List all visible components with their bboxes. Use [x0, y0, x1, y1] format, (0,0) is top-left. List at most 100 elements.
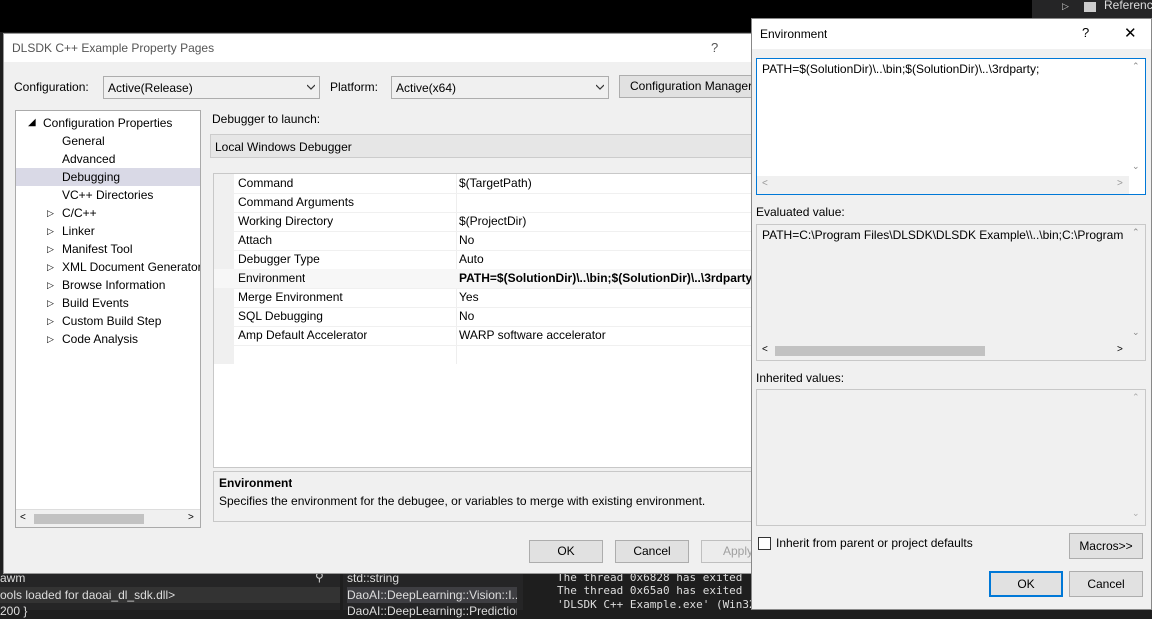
- environment-edit-box[interactable]: PATH=$(SolutionDir)\..\bin;$(SolutionDir…: [756, 58, 1146, 195]
- chevron-down-icon: [307, 84, 315, 90]
- ide-output-row[interactable]: ools loaded for daoai_dl_sdk.dll>: [0, 587, 340, 603]
- help-button[interactable]: ?: [711, 40, 718, 55]
- scroll-up-icon[interactable]: ⌃: [1132, 227, 1140, 238]
- chevron-left-icon[interactable]: <: [762, 178, 768, 189]
- tree-item[interactable]: ▷ XML Document Generator: [16, 258, 200, 276]
- expanded-arrow-icon[interactable]: ◢: [28, 114, 36, 132]
- property-row[interactable]: Environment PATH=$(SolutionDir)\..\bin;$(…: [214, 269, 753, 289]
- property-value[interactable]: No: [459, 233, 753, 247]
- ok-button[interactable]: OK: [529, 540, 603, 563]
- tree-item[interactable]: General: [16, 132, 200, 150]
- property-row[interactable]: Merge Environment Yes: [214, 288, 753, 308]
- tree-item[interactable]: ▷ Custom Build Step: [16, 312, 200, 330]
- property-row[interactable]: Amp Default Accelerator WARP software acc…: [214, 326, 753, 346]
- tree-horizontal-scrollbar[interactable]: < >: [16, 509, 200, 527]
- environment-value[interactable]: PATH=$(SolutionDir)\..\bin;$(SolutionDir…: [762, 62, 1127, 76]
- chevron-left-icon[interactable]: <: [20, 512, 26, 523]
- expand-arrow-icon[interactable]: ▷: [1062, 1, 1069, 12]
- close-icon[interactable]: ✕: [1124, 24, 1137, 42]
- evaluated-value-box[interactable]: PATH=C:\Program Files\DLSDK\DLSDK Exampl…: [756, 224, 1146, 361]
- property-value[interactable]: PATH=$(SolutionDir)\..\bin;$(SolutionDir…: [459, 271, 753, 285]
- inherited-values-box[interactable]: ⌃ ⌄: [756, 389, 1146, 526]
- debugger-value: Local Windows Debugger: [215, 140, 352, 154]
- cancel-button[interactable]: Cancel: [615, 540, 689, 563]
- evaluated-value-label: Evaluated value:: [756, 205, 845, 219]
- cancel-button[interactable]: Cancel: [1069, 571, 1143, 597]
- tree-item-label: Configuration Properties: [43, 116, 173, 130]
- property-value[interactable]: Yes: [459, 290, 753, 304]
- tree-item[interactable]: ▷ Build Events: [16, 294, 200, 312]
- scroll-up-icon[interactable]: ⌃: [1132, 61, 1140, 72]
- scroll-down-icon[interactable]: ⌄: [1132, 508, 1140, 519]
- ide-stack-row[interactable]: DaoAI::DeepLearning::Vision::I...: [347, 587, 517, 603]
- property-row[interactable]: Working Directory $(ProjectDir): [214, 212, 753, 232]
- tree-item[interactable]: ◢ Configuration Properties: [16, 114, 200, 132]
- configuration-select[interactable]: Active(Release): [103, 76, 320, 99]
- tree-item[interactable]: ▷ Code Analysis: [16, 330, 200, 348]
- property-name: Attach: [238, 233, 273, 247]
- chevron-right-icon[interactable]: >: [188, 512, 194, 523]
- configuration-manager-button[interactable]: Configuration Manager...: [619, 75, 759, 98]
- property-row[interactable]: Command Arguments: [214, 193, 753, 213]
- scroll-up-icon[interactable]: ⌃: [1132, 392, 1140, 403]
- tree-item[interactable]: Advanced: [16, 150, 200, 168]
- property-row[interactable]: SQL Debugging No: [214, 307, 753, 327]
- tree-item-references[interactable]: Referenc: [1104, 0, 1152, 12]
- dialog-title: DLSDK C++ Example Property Pages: [12, 41, 215, 55]
- property-value[interactable]: $(TargetPath): [459, 176, 753, 190]
- tree-item[interactable]: ▷ Manifest Tool: [16, 240, 200, 258]
- solution-explorer-fragment: ▷ Referenc: [1032, 0, 1152, 20]
- property-value[interactable]: $(ProjectDir): [459, 214, 753, 228]
- property-name: Amp Default Accelerator: [238, 328, 368, 342]
- property-name: Debugger Type: [238, 252, 320, 266]
- category-tree[interactable]: ◢ Configuration Properties General Advanced…: [15, 110, 201, 528]
- ide-stack-row[interactable]: DaoAI::DeepLearning::Prediction: [347, 603, 517, 619]
- chevron-left-icon[interactable]: <: [762, 344, 768, 355]
- platform-label: Platform:: [330, 80, 379, 94]
- tree-item[interactable]: Debugging: [16, 168, 200, 186]
- tree-item[interactable]: ▷ C/C++: [16, 204, 200, 222]
- expand-arrow-icon[interactable]: ▷: [47, 294, 54, 312]
- expand-arrow-icon[interactable]: ▷: [47, 276, 54, 294]
- property-value[interactable]: WARP software accelerator: [459, 328, 753, 342]
- platform-select[interactable]: Active(x64): [391, 76, 609, 99]
- chevron-right-icon[interactable]: >: [1117, 344, 1123, 355]
- property-grid[interactable]: Command $(TargetPath) Command Arguments Wor…: [213, 173, 754, 468]
- property-pages-dialog: DLSDK C++ Example Property Pages ? Confi…: [3, 33, 775, 574]
- expand-arrow-icon[interactable]: ▷: [47, 312, 54, 330]
- tree-item[interactable]: ▷ Linker: [16, 222, 200, 240]
- property-row[interactable]: Command $(TargetPath): [214, 174, 753, 194]
- ide-output-row[interactable]: 200 }: [0, 603, 340, 619]
- scroll-thumb[interactable]: [775, 346, 985, 356]
- ide-log-line: 'DLSDK C++ Example.exe' (Win32): Unloade…: [557, 598, 757, 611]
- description-text: Specifies the environment for the debuge…: [219, 494, 706, 508]
- expand-arrow-icon[interactable]: ▷: [47, 204, 54, 222]
- property-value[interactable]: Auto: [459, 252, 753, 266]
- description-title: Environment: [219, 476, 293, 490]
- expand-arrow-icon[interactable]: ▷: [47, 258, 54, 276]
- property-value[interactable]: No: [459, 309, 753, 323]
- scroll-thumb[interactable]: [34, 514, 144, 524]
- property-row[interactable]: Attach No: [214, 231, 753, 251]
- expand-arrow-icon[interactable]: ▷: [47, 222, 54, 240]
- ok-button[interactable]: OK: [989, 571, 1063, 597]
- property-name: Command: [238, 176, 294, 190]
- chevron-right-icon[interactable]: >: [1117, 178, 1123, 189]
- inherit-checkbox-label[interactable]: Inherit from parent or project defaults: [776, 536, 973, 550]
- debugger-to-launch-label: Debugger to launch:: [212, 112, 321, 126]
- scroll-down-icon[interactable]: ⌄: [1132, 161, 1140, 172]
- tree-item-label: Custom Build Step: [62, 314, 162, 328]
- debugger-select[interactable]: Local Windows Debugger: [210, 134, 755, 158]
- macros-button[interactable]: Macros>>: [1069, 533, 1143, 559]
- property-row[interactable]: Debugger Type Auto: [214, 250, 753, 270]
- tree-item[interactable]: VC++ Directories: [16, 186, 200, 204]
- horizontal-scrollbar[interactable]: < >: [757, 342, 1129, 360]
- help-button[interactable]: ?: [1082, 25, 1089, 40]
- inherit-checkbox[interactable]: [758, 537, 771, 550]
- property-name: Environment: [238, 271, 306, 285]
- scroll-down-icon[interactable]: ⌄: [1132, 327, 1140, 338]
- tree-item[interactable]: ▷ Browse Information: [16, 276, 200, 294]
- expand-arrow-icon[interactable]: ▷: [47, 330, 54, 348]
- horizontal-scrollbar[interactable]: < >: [757, 176, 1129, 194]
- expand-arrow-icon[interactable]: ▷: [47, 240, 54, 258]
